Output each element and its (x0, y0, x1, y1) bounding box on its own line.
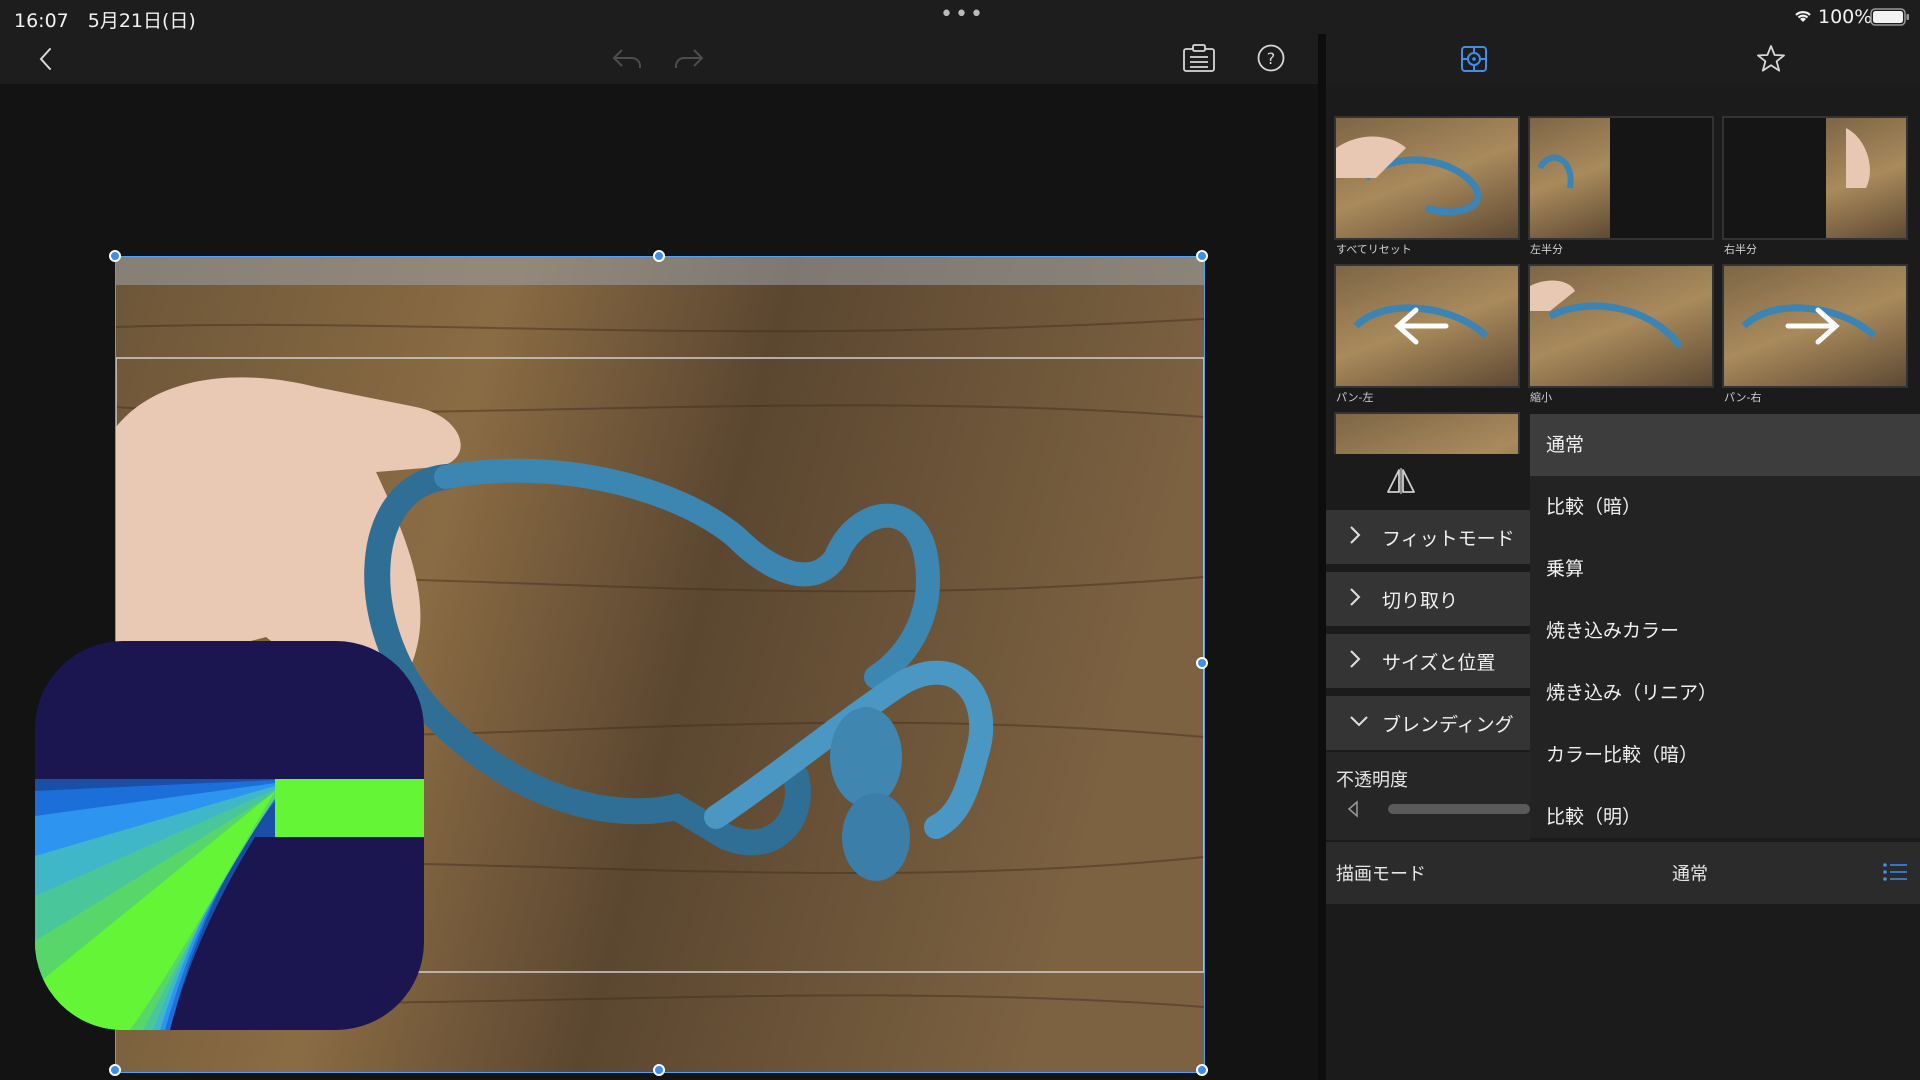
favorite-star-icon[interactable] (1756, 44, 1786, 78)
resize-handle-top-center[interactable] (653, 250, 665, 262)
blend-option-multiply[interactable]: 乗算 (1530, 538, 1920, 600)
draw-mode-label: 描画モード (1336, 864, 1426, 885)
editor-toolbar: ? (0, 34, 1318, 84)
blend-option-linear-burn[interactable]: 焼き込み（リニア） (1530, 662, 1920, 724)
preset-thumbnail (1530, 118, 1712, 238)
multitasking-dots-icon[interactable]: ••• (940, 2, 985, 27)
section-crop[interactable]: 切り取り (1326, 572, 1530, 626)
opacity-slider[interactable] (1388, 804, 1530, 814)
preset-label: パン-左 (1336, 391, 1374, 404)
resize-handle-bottom-left[interactable] (109, 1064, 121, 1076)
flip-horizontal-icon[interactable] (1386, 468, 1416, 498)
preset-label: 右半分 (1724, 243, 1757, 256)
preset-label: パン-右 (1724, 391, 1762, 404)
battery-icon (1870, 8, 1910, 30)
blend-option-color-burn[interactable]: 焼き込みカラー (1530, 600, 1920, 662)
blend-option-darken[interactable]: 比較（暗） (1530, 476, 1920, 538)
list-icon[interactable] (1882, 862, 1908, 886)
app-logo (35, 641, 424, 1030)
section-label: ブレンディング (1382, 714, 1514, 736)
preset-thumbnail (1336, 266, 1518, 386)
status-bar: 16:07 5月21日(日) ••• 100% (0, 0, 1920, 34)
blend-option-label: 焼き込みカラー (1546, 620, 1680, 642)
flip-row (1326, 454, 1530, 504)
section-size-position[interactable]: サイズと位置 (1326, 634, 1530, 688)
clipboard-icon[interactable] (1182, 44, 1216, 78)
section-label: 切り取り (1382, 590, 1459, 612)
blend-option-label: 比較（明） (1546, 806, 1642, 828)
redo-icon[interactable] (672, 46, 706, 76)
preset-thumbnail (1530, 266, 1712, 386)
section-label: サイズと位置 (1382, 652, 1496, 674)
preset-left-half[interactable] (1528, 116, 1714, 240)
blend-option-label: 乗算 (1546, 558, 1585, 580)
back-icon[interactable] (36, 46, 56, 76)
resize-handle-top-left[interactable] (109, 250, 121, 262)
preset-pan-right[interactable] (1722, 264, 1908, 388)
preset-thumbnail (1336, 118, 1518, 238)
blend-option-label: 通常 (1546, 434, 1585, 456)
blend-option-label: カラー比較（暗） (1546, 744, 1699, 766)
wifi-icon (1793, 8, 1813, 28)
opacity-area: 不透明度 (1326, 752, 1530, 840)
resize-handle-bottom-center[interactable] (653, 1064, 665, 1076)
blend-option-normal[interactable]: 通常 (1530, 414, 1920, 476)
chevron-right-icon (1348, 524, 1362, 550)
section-label: フィットモード (1382, 528, 1515, 550)
svg-text:?: ? (1267, 49, 1276, 68)
blend-option-lighten[interactable]: 比較（明） (1530, 786, 1920, 838)
resize-handle-middle-right[interactable] (1196, 657, 1208, 669)
preset-partial[interactable] (1334, 412, 1520, 454)
transform-icon[interactable] (1460, 45, 1488, 77)
preset-thumbnail (1724, 118, 1906, 238)
chevron-right-icon (1348, 648, 1362, 674)
section-blending[interactable]: ブレンディング (1326, 696, 1530, 750)
section-fit-mode[interactable]: フィットモード (1326, 510, 1530, 564)
blend-option-label: 比較（暗） (1546, 496, 1642, 518)
preset-thumbnail (1724, 266, 1906, 386)
resize-handle-bottom-right[interactable] (1196, 1064, 1208, 1076)
preset-label: すべてリセット (1336, 243, 1412, 256)
preset-zoom-out[interactable] (1528, 264, 1714, 388)
help-icon[interactable]: ? (1256, 43, 1286, 77)
preset-pan-left[interactable] (1334, 264, 1520, 388)
status-time: 16:07 5月21日(日) (14, 10, 196, 32)
preset-label: 縮小 (1530, 391, 1552, 404)
chevron-right-icon (1348, 586, 1362, 612)
chevron-down-icon (1348, 710, 1370, 736)
preset-thumbnail (1336, 414, 1518, 454)
battery-percent: 100% (1818, 6, 1873, 28)
blend-mode-menu: 通常 比較（暗） 乗算 焼き込みカラー 焼き込み（リニア） カラー比較（暗） 比… (1530, 414, 1920, 838)
resize-handle-top-right[interactable] (1196, 250, 1208, 262)
blend-option-label: 焼き込み（リニア） (1546, 682, 1718, 704)
draw-mode-value: 通常 (1672, 864, 1708, 885)
preset-label: 左半分 (1530, 243, 1563, 256)
preset-right-half[interactable] (1722, 116, 1908, 240)
opacity-label: 不透明度 (1336, 770, 1408, 791)
blend-option-darker-color[interactable]: カラー比較（暗） (1530, 724, 1920, 786)
panel-divider (1318, 34, 1326, 1080)
inspector-toolbar (1326, 34, 1920, 84)
opacity-decrease-icon[interactable] (1346, 800, 1360, 822)
preset-reset-all[interactable] (1334, 116, 1520, 240)
draw-mode-row[interactable]: 描画モード 通常 (1326, 842, 1920, 904)
undo-icon[interactable] (610, 46, 644, 76)
